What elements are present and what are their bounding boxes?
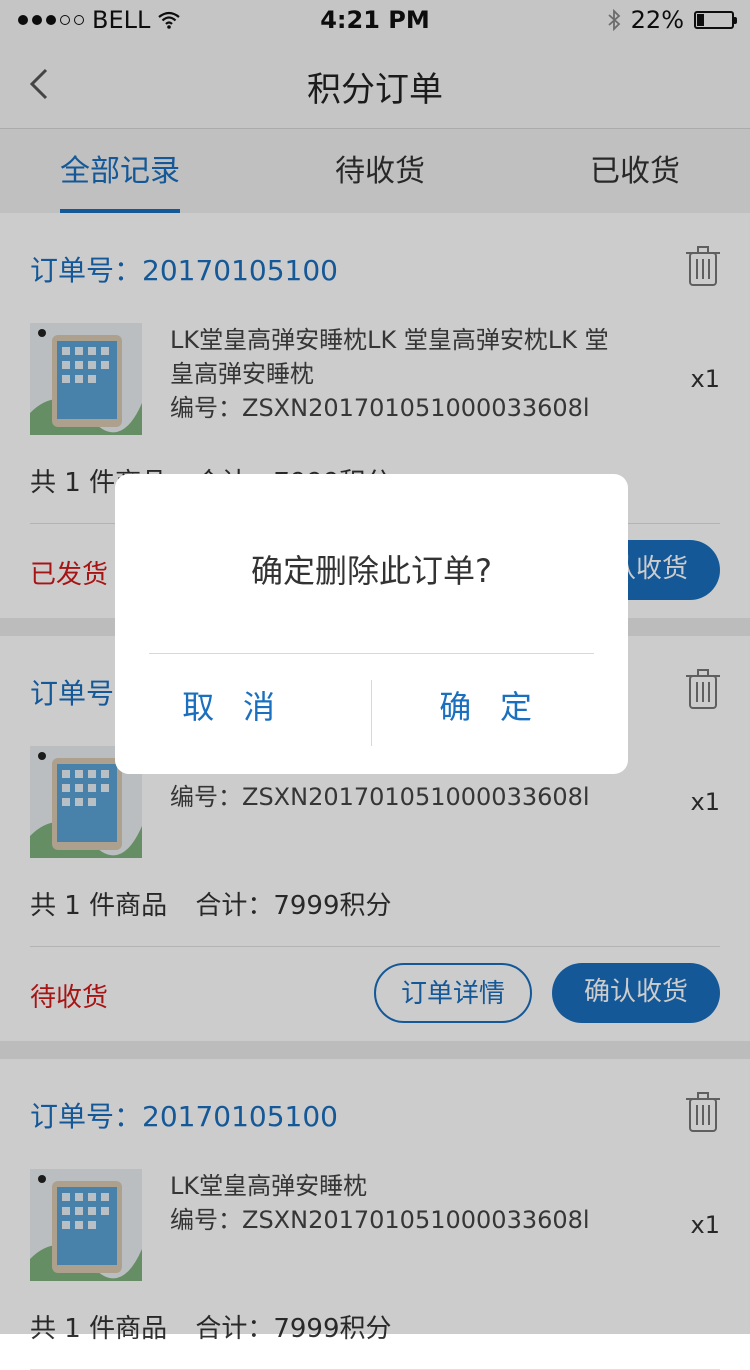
dialog-divider [149,653,594,654]
delete-confirm-dialog: 确定删除此订单? 取消 确定 [115,474,628,774]
dialog-confirm-button[interactable]: 确定 [372,682,628,728]
dialog-cancel-button[interactable]: 取消 [115,682,371,728]
dialog-message: 确定删除此订单? [251,552,492,590]
